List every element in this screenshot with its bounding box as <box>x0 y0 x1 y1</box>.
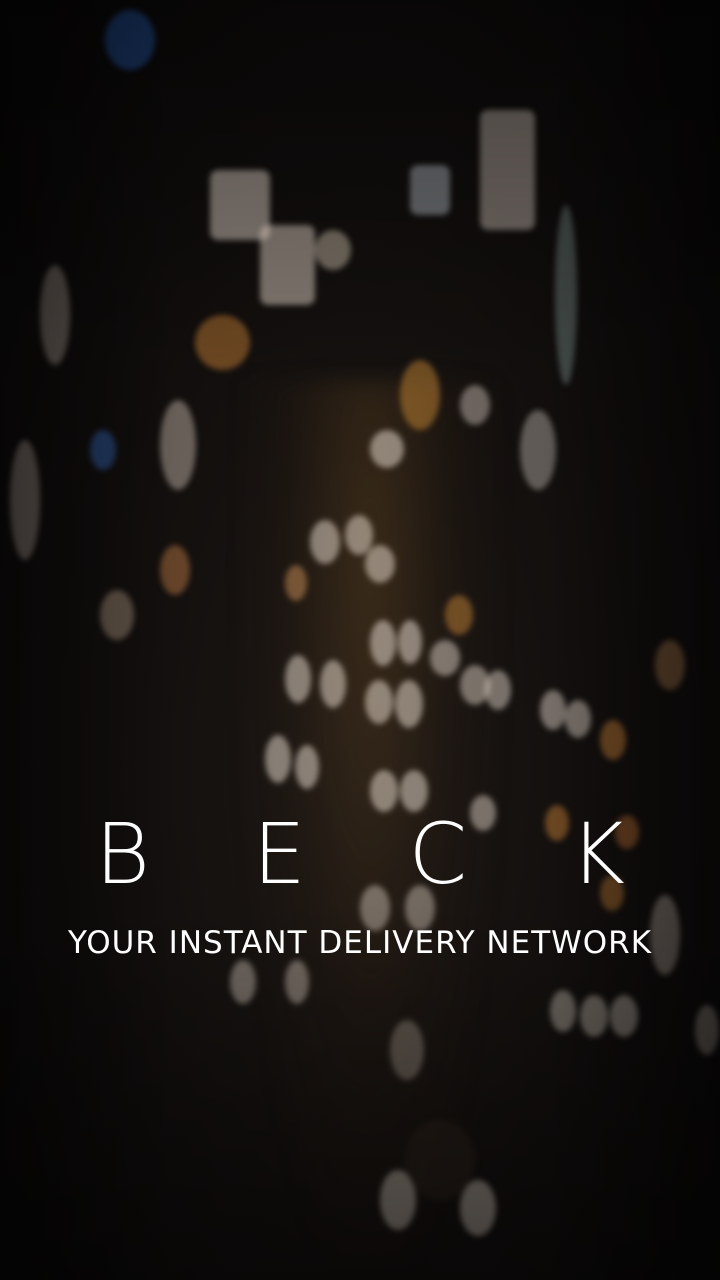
tagline: YOUR INSTANT DELIVERY NETWORK <box>67 925 653 961</box>
background-vignette <box>0 0 720 1280</box>
brand-logo-text: B E C K <box>95 805 663 903</box>
splash-screen: B E C K YOUR INSTANT DELIVERY NETWORK <box>0 0 720 1280</box>
